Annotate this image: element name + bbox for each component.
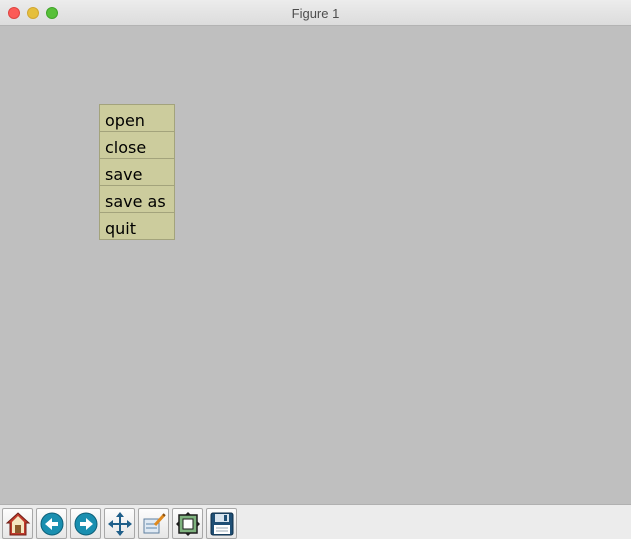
home-button[interactable] [2,508,33,539]
back-button[interactable] [36,508,67,539]
zoom-rectangle-icon [143,512,166,533]
menu-item-label: open [105,111,145,130]
save-floppy-icon [210,512,233,535]
back-arrow-icon [40,512,63,535]
menu-item-save[interactable]: save [99,159,175,186]
zoom-rect-button[interactable] [138,508,169,539]
home-icon [5,511,30,535]
pan-button[interactable] [104,508,135,539]
menu-item-save-as[interactable]: save as [99,186,175,213]
menu-item-close[interactable]: close [99,132,175,159]
forward-arrow-icon [74,512,97,535]
navigation-toolbar [0,504,631,539]
forward-button[interactable] [70,508,101,539]
save-button[interactable] [206,508,237,539]
window-title: Figure 1 [291,6,340,21]
pan-move-icon [107,511,132,536]
menu-item-label: close [105,138,147,157]
menu-item-label: save as [105,192,166,211]
menu-item-quit[interactable]: quit [99,213,175,240]
title-bar[interactable]: Figure 1 [0,0,631,26]
menu-item-label: save [105,165,143,184]
figure-window: Figure 1 open close save save as quit [0,0,631,539]
menu-item-label: quit [105,219,137,238]
configure-subplots-icon [175,511,200,536]
configure-subplots-button[interactable] [172,508,203,539]
menu-item-open[interactable]: open [99,104,175,132]
popup-menu: open close save save as quit [99,104,175,240]
